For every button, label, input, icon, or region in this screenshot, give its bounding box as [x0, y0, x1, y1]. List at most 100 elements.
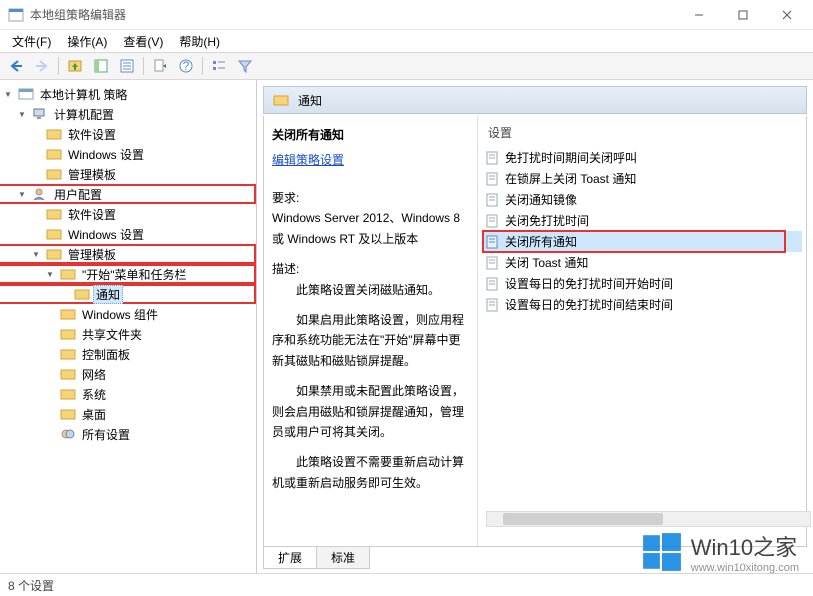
menu-help[interactable]: 帮助(H) — [171, 31, 228, 52]
forward-button[interactable] — [30, 55, 54, 77]
tree-label: 软件设置 — [65, 125, 119, 144]
list-item[interactable]: 关闭通知镜像 — [482, 189, 802, 210]
policy-item-icon — [486, 151, 500, 165]
tree-item[interactable]: 软件设置 — [0, 204, 256, 224]
expand-icon[interactable] — [30, 248, 42, 260]
export-button[interactable] — [148, 55, 172, 77]
horizontal-scrollbar[interactable] — [486, 511, 811, 527]
policy-item-icon — [486, 277, 500, 291]
tree-item[interactable]: 软件设置 — [0, 124, 256, 144]
scrollbar-thumb[interactable] — [503, 513, 663, 525]
tree-label: 用户配置 — [51, 185, 105, 204]
list-item[interactable]: 设置每日的免打扰时间结束时间 — [482, 294, 802, 315]
tree-item[interactable]: Windows 组件 — [0, 304, 256, 324]
tree-all-settings[interactable]: 所有设置 — [0, 424, 256, 444]
list-item-selected[interactable]: 关闭所有通知 — [482, 231, 802, 252]
policy-item-icon — [486, 256, 500, 270]
tree-start-menu[interactable]: "开始"菜单和任务栏 — [0, 264, 256, 284]
list-item-label: 在锁屏上关闭 Toast 通知 — [505, 170, 636, 187]
expand-icon[interactable] — [44, 268, 56, 280]
tree-label: 管理模板 — [65, 165, 119, 184]
expand-icon — [44, 308, 56, 320]
list-item[interactable]: 关闭免打扰时间 — [482, 210, 802, 231]
tree-pane[interactable]: 本地计算机 策略 计算机配置 软件设置 Windows 设置 管理模板 用户配置… — [0, 80, 257, 573]
tab-standard[interactable]: 标准 — [316, 547, 370, 569]
expand-icon — [44, 388, 56, 400]
list-item[interactable]: 设置每日的免打扰时间开始时间 — [482, 273, 802, 294]
description-label: 描述: — [272, 259, 469, 279]
list-item[interactable]: 在锁屏上关闭 Toast 通知 — [482, 168, 802, 189]
policy-item-icon — [486, 235, 500, 249]
status-bar: 8 个设置 — [0, 573, 813, 595]
description-p2: 如果启用此策略设置，则应用程序和系统功能无法在"开始"屏幕中更新其磁贴和磁贴锁屏… — [272, 310, 469, 371]
tree-admin-templates[interactable]: 管理模板 — [0, 244, 256, 264]
menu-action[interactable]: 操作(A) — [59, 31, 115, 52]
tree-item[interactable]: 网络 — [0, 364, 256, 384]
folder-icon — [46, 167, 62, 181]
requirements-text: Windows Server 2012、Windows 8 或 Windows … — [272, 208, 469, 249]
tree-item[interactable]: 系统 — [0, 384, 256, 404]
menubar: 文件(F) 操作(A) 查看(V) 帮助(H) — [0, 30, 813, 52]
list-item-label: 关闭所有通知 — [505, 233, 577, 250]
expand-icon[interactable] — [16, 188, 28, 200]
menu-file[interactable]: 文件(F) — [4, 31, 59, 52]
tree-item[interactable]: 控制面板 — [0, 344, 256, 364]
maximize-button[interactable] — [721, 0, 765, 30]
folder-icon — [46, 247, 62, 261]
back-button[interactable] — [4, 55, 28, 77]
watermark-url: www.win10xitong.com — [691, 562, 799, 574]
list-item-label: 关闭免打扰时间 — [505, 212, 589, 229]
expand-icon[interactable] — [2, 88, 14, 100]
folder-icon — [60, 407, 76, 421]
toolbar-divider — [143, 57, 144, 75]
up-button[interactable] — [63, 55, 87, 77]
list-button[interactable] — [207, 55, 231, 77]
tree-root[interactable]: 本地计算机 策略 — [0, 84, 256, 104]
tree-item[interactable]: 桌面 — [0, 404, 256, 424]
show-hide-tree-button[interactable] — [89, 55, 113, 77]
description-p1: 此策略设置关闭磁贴通知。 — [272, 280, 469, 300]
tree-item[interactable]: Windows 设置 — [0, 144, 256, 164]
help-button[interactable]: ? — [174, 55, 198, 77]
folder-icon — [60, 267, 76, 281]
tree-label: Windows 设置 — [65, 145, 147, 164]
tree-item[interactable]: Windows 设置 — [0, 224, 256, 244]
folder-icon — [46, 147, 62, 161]
column-header-setting[interactable]: 设置 — [482, 122, 802, 147]
watermark-brand: Win10之家 — [691, 530, 799, 562]
tree-label: 软件设置 — [65, 205, 119, 224]
settings-list[interactable]: 设置 免打扰时间期间关闭呼叫 在锁屏上关闭 Toast 通知 关闭通知镜像 关闭… — [478, 116, 806, 546]
folder-icon — [60, 347, 76, 361]
list-item-label: 免打扰时间期间关闭呼叫 — [505, 149, 637, 166]
list-item[interactable]: 关闭 Toast 通知 — [482, 252, 802, 273]
tree-computer-config[interactable]: 计算机配置 — [0, 104, 256, 124]
minimize-button[interactable] — [677, 0, 721, 30]
tree-item[interactable]: 管理模板 — [0, 164, 256, 184]
details-header: 通知 — [263, 86, 807, 114]
toolbar-divider — [58, 57, 59, 75]
details-description: 关闭所有通知 编辑策略设置 要求: Windows Server 2012、Wi… — [264, 116, 478, 546]
list-item-label: 关闭通知镜像 — [505, 191, 577, 208]
tree-label: 网络 — [79, 365, 109, 384]
expand-icon — [58, 288, 70, 300]
tree-label: 共享文件夹 — [79, 325, 145, 344]
folder-icon — [60, 307, 76, 321]
tab-extended[interactable]: 扩展 — [263, 547, 317, 569]
tree-label: 控制面板 — [79, 345, 133, 364]
menu-view[interactable]: 查看(V) — [115, 31, 171, 52]
tree-label: 管理模板 — [65, 245, 119, 264]
close-button[interactable] — [765, 0, 809, 30]
properties-button[interactable] — [115, 55, 139, 77]
tree-label: 系统 — [79, 385, 109, 404]
toolbar-divider — [202, 57, 203, 75]
tree-item[interactable]: 共享文件夹 — [0, 324, 256, 344]
tree-user-config[interactable]: 用户配置 — [0, 184, 256, 204]
tree-label: 桌面 — [79, 405, 109, 424]
edit-policy-link[interactable]: 编辑策略设置 — [272, 151, 344, 168]
expand-icon — [44, 348, 56, 360]
expand-icon[interactable] — [16, 108, 28, 120]
list-item[interactable]: 免打扰时间期间关闭呼叫 — [482, 147, 802, 168]
filter-button[interactable] — [233, 55, 257, 77]
list-item-label: 关闭 Toast 通知 — [505, 254, 588, 271]
tree-notifications[interactable]: 通知 — [0, 284, 256, 304]
